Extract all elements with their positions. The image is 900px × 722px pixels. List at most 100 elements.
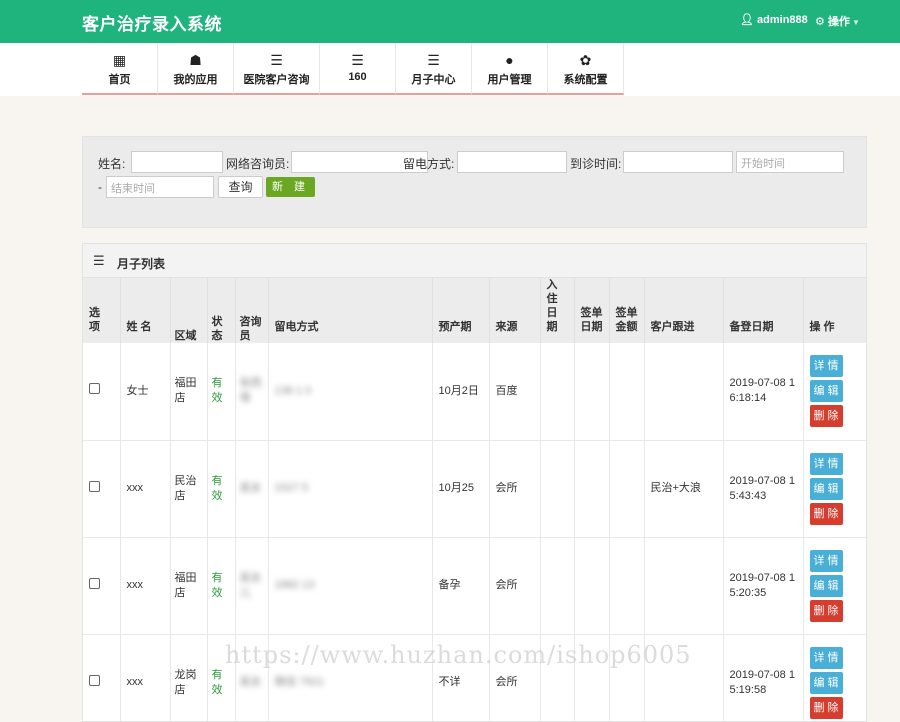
cell-area: 福田店 — [170, 343, 208, 441]
panel-title: 月子列表 — [117, 257, 166, 271]
visit-time-input[interactable] — [623, 151, 733, 173]
cell-amount — [609, 537, 645, 635]
cell-area: 民治店 — [170, 440, 208, 538]
column-header: 客户跟进 — [644, 278, 724, 343]
detail-button[interactable]: 详 情 — [809, 549, 843, 572]
delete-button[interactable]: 删 除 — [809, 696, 843, 719]
name-input[interactable] — [131, 151, 223, 173]
list-icon: ☰ — [93, 253, 105, 268]
column-header: 咨询员 — [235, 278, 269, 343]
delete-button[interactable]: 删 除 — [809, 599, 843, 622]
detail-button[interactable]: 详 情 — [809, 355, 843, 378]
contact-value: 微信 7921 — [274, 676, 325, 688]
row-checkbox[interactable] — [89, 480, 100, 492]
grid-icon: ▦ — [112, 52, 127, 68]
nav-label: 160 — [348, 71, 367, 83]
cell-name: 女士 — [120, 343, 171, 441]
cell-consultant: 吴女儿 — [235, 537, 269, 635]
ops-cell: 详 情编 辑删 除 — [803, 634, 866, 721]
cell-area: 福田店 — [170, 537, 208, 635]
records-table: 选 项姓 名区域 状态 咨询员 留电方式 预产期 来源 入住日期 签单日期 签单金额 客户跟进 备登… — [83, 278, 866, 721]
area-value: 民治店 — [174, 474, 197, 502]
cell-area: 龙岗店 — [170, 634, 208, 721]
cell-follow: 民治+大浪 — [644, 440, 724, 538]
list-icon: ☰ — [270, 52, 283, 68]
nav-item-0[interactable]: ▦ 首页 — [82, 43, 158, 95]
consultant-value: 张西增 — [239, 377, 262, 405]
cell-contact: 微信 7921 — [268, 634, 433, 721]
nav-label: 系统配置 — [563, 74, 608, 86]
contact-label: 留电方式: — [403, 157, 455, 171]
delete-button[interactable]: 删 除 — [809, 405, 843, 428]
contact-input[interactable] — [457, 151, 567, 173]
ops-cell: 详 情编 辑删 除 — [803, 537, 866, 635]
cell-signdate — [574, 343, 610, 441]
edit-button[interactable]: 编 辑 — [809, 380, 843, 403]
due-value: 10月25 — [438, 482, 474, 494]
query-button[interactable]: 查询 — [218, 176, 263, 198]
column-header: 入住日期 — [540, 278, 575, 343]
nav-item-6[interactable]: ✿ 系统配置 — [548, 43, 624, 95]
cell-regdate: 2019-07-08 15:43:43 — [723, 440, 804, 538]
operations-menu[interactable]: ⚙ 操作 ▼ — [815, 13, 860, 29]
consultant-label: 网络咨询员: — [226, 157, 290, 171]
row-checkbox[interactable] — [89, 674, 100, 686]
cell-signdate — [574, 634, 610, 721]
user-menu[interactable]: 👤︎ admin888 — [740, 13, 808, 26]
follow-value: 民治+大浪 — [650, 482, 701, 494]
end-time-input[interactable]: 结束时间 — [106, 176, 214, 198]
source-value: 百度 — [495, 384, 518, 397]
start-time-input[interactable]: 开始时间 — [736, 151, 844, 173]
visit-time-label: 到诊时间: — [570, 157, 622, 171]
regdate-value: 2019-07-08 15:19:58 — [729, 668, 795, 696]
row-checkbox[interactable] — [89, 383, 100, 395]
edit-button[interactable]: 编 辑 — [809, 574, 843, 597]
detail-button[interactable]: 详 情 — [809, 452, 843, 475]
cell-source: 百度 — [489, 343, 541, 441]
nav-item-3[interactable]: ☰ 160 — [320, 43, 396, 95]
column-header: 姓 名 — [120, 278, 171, 343]
edit-button[interactable]: 编 辑 — [809, 671, 843, 694]
source-value: 会所 — [495, 676, 518, 688]
area-value: 福田店 — [174, 571, 197, 599]
cell-consultant: 吴女 — [235, 440, 269, 538]
delete-button[interactable]: 删 除 — [809, 502, 843, 525]
consultant-value: 吴女儿 — [239, 571, 262, 599]
column-header: 区域 — [170, 278, 208, 343]
cell-regdate: 2019-07-08 15:19:58 — [723, 634, 804, 721]
nav-label: 月子中心 — [411, 74, 456, 86]
cell-contact: 1527 5 — [268, 440, 433, 538]
cell-signdate — [574, 537, 610, 635]
nav-item-5[interactable]: ● 用户管理 — [472, 43, 548, 95]
nav-item-4[interactable]: ☰ 月子中心 — [396, 43, 472, 95]
name-value: 女士 — [126, 384, 149, 397]
cell-status: 有效 — [207, 343, 236, 441]
new-button[interactable]: 新 建 — [266, 177, 315, 197]
cell-source: 会所 — [489, 440, 541, 538]
column-header: 选 项 — [83, 278, 121, 343]
username: admin888 — [757, 14, 808, 26]
cell-status: 有效 — [207, 537, 236, 635]
list-icon: ☰ — [351, 52, 364, 68]
cell-regdate: 2019-07-08 15:20:35 — [723, 537, 804, 635]
ops-cell: 详 情编 辑删 除 — [803, 343, 866, 441]
cell-consultant: 张西增 — [235, 343, 269, 441]
search-form: 姓名: 网络咨询员: 留电方式: 到诊时间: 开始时间 - 结束时间 查询 新 … — [82, 136, 867, 228]
contact-value: 1882 13 — [274, 579, 315, 591]
nav-item-1[interactable]: ☗ 我的应用 — [158, 43, 234, 95]
cell-name: xxx — [120, 440, 171, 538]
cell-source: 会所 — [489, 537, 541, 635]
name-value: xxx — [126, 676, 144, 688]
ops-cell: 详 情编 辑删 除 — [803, 440, 866, 538]
cell-regdate: 2019-07-08 16:18:14 — [723, 343, 804, 441]
detail-button[interactable]: 详 情 — [809, 646, 843, 669]
nav-label: 我的应用 — [173, 74, 218, 86]
cell-name: xxx — [120, 634, 171, 721]
cell-checkin — [540, 440, 575, 538]
column-header: 来源 — [489, 278, 541, 343]
name-label: 姓名: — [98, 157, 126, 171]
edit-button[interactable]: 编 辑 — [809, 477, 843, 500]
column-header: 操 作 — [803, 278, 866, 343]
nav-item-2[interactable]: ☰ 医院客户咨询 — [234, 43, 320, 95]
row-checkbox[interactable] — [89, 577, 100, 589]
